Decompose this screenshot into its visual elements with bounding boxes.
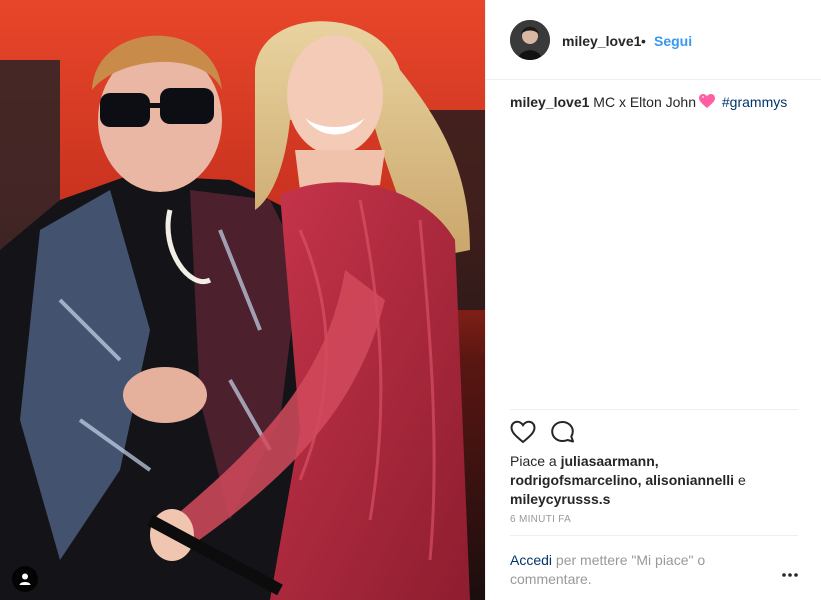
header-username-link[interactable]: miley_love1 xyxy=(562,33,641,49)
liker-link-1[interactable]: juliasaarmann, xyxy=(561,453,659,469)
caption-text: MC x Elton John xyxy=(593,94,696,110)
likes-conjunction: e xyxy=(737,472,746,488)
liker-link-2[interactable]: rodrigofsmarcelino, xyxy=(510,472,641,488)
pink-heart-icon xyxy=(699,94,715,113)
instagram-post-window: miley_love1 • Segui miley_love1 MC x Elt… xyxy=(0,0,821,600)
login-link[interactable]: Accedi xyxy=(510,552,552,568)
post-photo-illustration xyxy=(0,0,485,600)
comment-box: Accedi per mettere "Mi piace" o commenta… xyxy=(510,551,740,589)
avatar[interactable] xyxy=(510,20,550,60)
likes-prefix: Piace a xyxy=(510,453,557,469)
post-photo[interactable] xyxy=(0,0,485,600)
post-caption: miley_love1 MC x Elton John #grammys xyxy=(510,93,800,113)
tagged-users-button[interactable] xyxy=(12,566,38,592)
post-header: miley_love1 • Segui xyxy=(486,0,821,80)
liker-link-4[interactable]: mileycyrusss.s xyxy=(510,491,610,507)
comment-bubble-icon xyxy=(551,421,574,443)
post-timestamp[interactable]: 6 MINUTI FA xyxy=(510,514,571,525)
comment-divider xyxy=(510,535,798,536)
post-sidebar: miley_love1 • Segui miley_love1 MC x Elt… xyxy=(485,0,821,600)
hashtag-link[interactable]: #grammys xyxy=(722,94,787,110)
like-button[interactable] xyxy=(510,420,536,446)
caption-username-link[interactable]: miley_love1 xyxy=(510,94,589,110)
actions-divider xyxy=(510,409,798,410)
comment-button[interactable] xyxy=(550,420,576,446)
more-options-button[interactable] xyxy=(780,567,800,583)
more-dots-icon xyxy=(782,573,798,577)
header-separator: • xyxy=(641,33,646,49)
liker-link-3[interactable]: alisoniannelli xyxy=(645,472,734,488)
likes-summary: Piace a juliasaarmann, rodrigofsmarcelin… xyxy=(510,452,800,509)
user-tag-icon xyxy=(19,573,31,585)
follow-button[interactable]: Segui xyxy=(654,33,692,49)
avatar-image xyxy=(510,20,550,60)
heart-outline-icon xyxy=(510,420,536,444)
